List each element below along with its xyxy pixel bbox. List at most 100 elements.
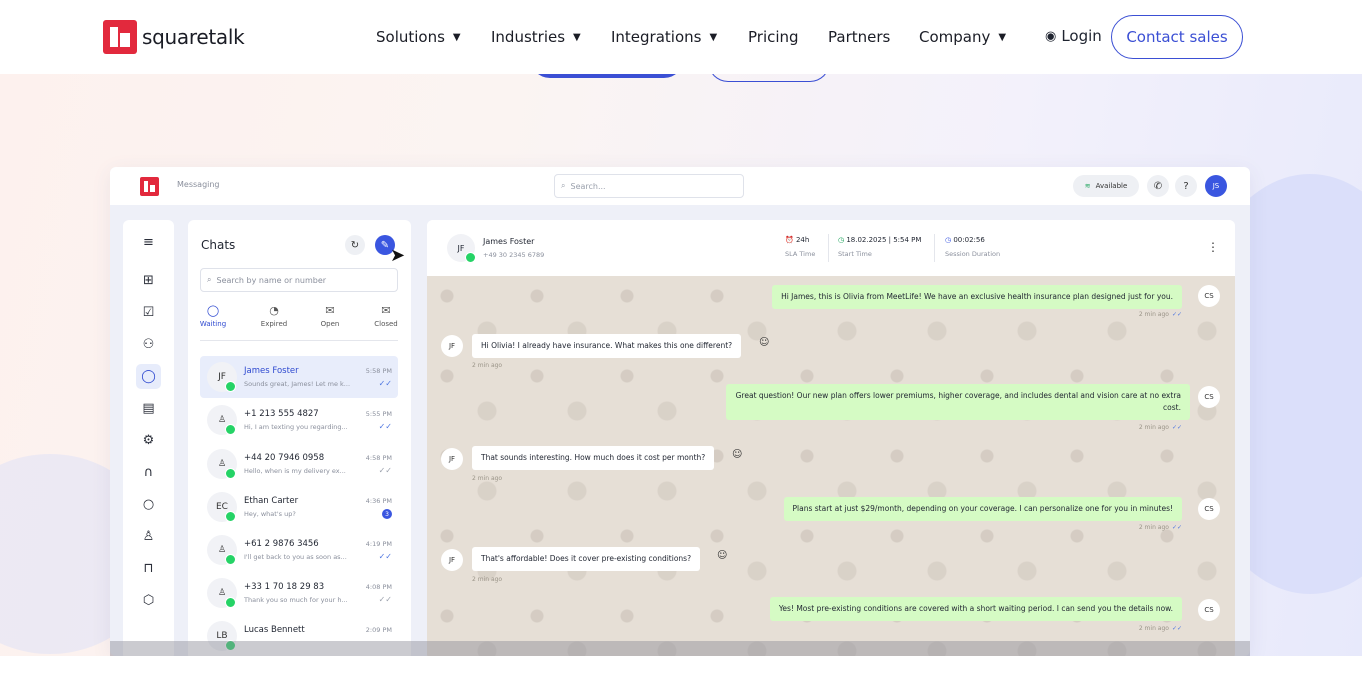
message-bubble-outgoing: Yes! Most pre-existing conditions are co… — [769, 597, 1182, 621]
emoji-reaction-icon[interactable]: ☺ — [717, 550, 727, 561]
tab-label: Expired — [260, 320, 288, 328]
chat-list-item[interactable]: ♙ +44 20 7946 0958 Hello, when is my del… — [200, 443, 398, 485]
sla-value: 24h — [795, 236, 810, 244]
open-envelope-icon: ✉ — [325, 304, 335, 317]
agent-avatar: CS — [1198, 285, 1220, 307]
chat-time: 5:55 PM — [365, 410, 392, 418]
login-link[interactable]: ◉ Login — [1045, 27, 1102, 45]
tab-open[interactable]: ✉ Open — [310, 304, 350, 328]
time-label: 2 min ago — [1138, 524, 1169, 531]
time-label: 2 min ago — [1138, 424, 1169, 431]
chat-name: +61 2 9876 3456 — [244, 539, 319, 549]
contact-avatar: JF — [441, 335, 463, 357]
caret-down-icon: ▼ — [998, 31, 1007, 43]
reports-icon[interactable]: ▤ — [136, 396, 161, 421]
double-check-icon: ✓✓ — [1171, 524, 1182, 531]
message-thread: Hi James, this is Olivia from MeetLife! … — [427, 276, 1235, 656]
contacts-icon[interactable]: ⚇ — [136, 332, 161, 357]
nav-company[interactable]: Company ▼ — [919, 28, 1006, 46]
session-duration: ◷ 00:02:56 Session Duration — [945, 236, 1000, 258]
phone-icon[interactable]: ✆ — [1147, 175, 1169, 197]
message-time: 2 min ago — [472, 576, 503, 583]
chats-search-input[interactable]: ⌕ Search by name or number — [200, 268, 398, 292]
tab-label: Open — [320, 320, 340, 328]
sla-label: SLA Time — [785, 250, 816, 258]
nav-solutions[interactable]: Solutions ▼ — [376, 28, 461, 46]
nav-industries[interactable]: Industries ▼ — [491, 28, 581, 46]
contact-sales-button[interactable]: Contact sales — [1111, 15, 1243, 59]
chats-title: Chats — [201, 238, 236, 252]
whatsapp-icon — [225, 468, 236, 479]
message-bubble-outgoing: Plans start at just $29/month, depending… — [783, 497, 1182, 521]
chat-list-item[interactable]: EC Ethan Carter Hey, what's up? 4:36 PM … — [200, 486, 398, 528]
double-check-icon: ✓✓ — [1171, 424, 1182, 431]
emoji-reaction-icon[interactable]: ☺ — [759, 337, 769, 348]
app-topbar: Messaging ⌕ Search... ≋ Available ✆ ? JS — [110, 167, 1250, 205]
integrations-icon[interactable]: ⬡ — [136, 588, 161, 613]
emoji-reaction-icon[interactable]: ☺ — [732, 449, 742, 460]
chat-name: +44 20 7946 0958 — [244, 453, 325, 463]
nav-integrations[interactable]: Integrations ▼ — [611, 28, 717, 46]
user-circle-icon: ◉ — [1045, 28, 1057, 44]
message-bubble-incoming: That's affordable! Does it cover pre-exi… — [472, 547, 701, 571]
help-icon[interactable]: ? — [1175, 175, 1197, 197]
chat-name: +1 213 555 4827 — [244, 409, 319, 419]
contact-name: James Foster — [483, 237, 535, 246]
chat-time: 4:08 PM — [365, 583, 392, 591]
lock-icon[interactable]: ⊓ — [136, 556, 161, 581]
chat-snippet: Hello, when is my delivery ex... — [244, 467, 346, 475]
messaging-icon[interactable]: ◯ — [136, 364, 161, 389]
login-label: Login — [1061, 27, 1102, 45]
chat-list-item[interactable]: ♙ +33 1 70 18 29 83 Thank you so much fo… — [200, 572, 398, 614]
chat-snippet: Hey, what's up? — [244, 510, 296, 518]
agent-avatar: CS — [1198, 386, 1220, 408]
caret-down-icon: ▼ — [573, 31, 581, 43]
chat-snippet: Hi, I am texting you regarding... — [244, 423, 348, 431]
whatsapp-icon — [225, 381, 236, 392]
dashboard-icon[interactable]: ⊞ — [136, 268, 161, 293]
clock-icon: ◔ — [269, 304, 279, 317]
closed-envelope-icon: ✉ — [381, 304, 391, 317]
more-options-icon[interactable]: ⋮ — [1207, 240, 1219, 254]
nav-partners[interactable]: Partners — [828, 28, 890, 46]
tasks-icon[interactable]: ☑ — [136, 300, 161, 325]
refresh-icon[interactable]: ↻ — [345, 235, 365, 255]
chat-snippet: Sounds great, James! Let me k... — [244, 380, 351, 388]
chat-name: Lucas Bennett — [244, 625, 305, 635]
app-search-input[interactable]: ⌕ Search... — [554, 174, 744, 198]
whatsapp-icon — [225, 424, 236, 435]
contact-phone: +49 30 2345 6789 — [483, 251, 545, 259]
tab-expired[interactable]: ◔ Expired — [254, 304, 294, 328]
nav-pricing-label: Pricing — [748, 28, 799, 46]
chat-icon[interactable]: ○ — [136, 492, 161, 517]
app-logo-icon — [140, 177, 159, 196]
headset-icon[interactable]: ∩ — [136, 460, 161, 485]
app-sidebar: ≡ ⊞ ☑ ⚇ ◯ ▤ ⚙ ∩ ○ ♙ ⊓ ⬡ — [123, 220, 174, 656]
settings-gear-icon[interactable]: ⚙ — [136, 428, 161, 453]
message-bubble-incoming: That sounds interesting. How much does i… — [472, 446, 715, 470]
chat-time: 4:58 PM — [365, 454, 392, 462]
contact-avatar: JF — [441, 448, 463, 470]
nav-pricing[interactable]: Pricing — [748, 28, 799, 46]
status-label: Available — [1095, 182, 1128, 190]
double-check-icon: ✓✓ — [378, 595, 392, 604]
whatsapp-icon — [465, 252, 476, 263]
contact-avatar: JF — [441, 549, 463, 571]
app-screenshot: Messaging ⌕ Search... ≋ Available ✆ ? JS ≡… — [110, 167, 1250, 656]
chat-list-item[interactable]: ♙ +61 2 9876 3456 I'll get back to you a… — [200, 529, 398, 571]
chat-list-item[interactable]: JF James Foster Sounds great, James! Let… — [200, 356, 398, 398]
chat-name: +33 1 70 18 29 83 — [244, 582, 325, 592]
double-check-icon: ✓✓ — [378, 422, 392, 431]
tab-waiting[interactable]: ◯ Waiting — [193, 304, 233, 328]
chat-list-item[interactable]: ♙ +1 213 555 4827 Hi, I am texting you r… — [200, 399, 398, 441]
availability-status[interactable]: ≋ Available — [1073, 175, 1139, 197]
brand-logo[interactable]: squaretalk — [103, 20, 245, 54]
divider — [828, 234, 829, 262]
user-avatar[interactable]: JS — [1205, 175, 1227, 197]
chat-time: 4:19 PM — [365, 540, 392, 548]
message-time: 2 min ago — [472, 475, 503, 482]
tab-closed[interactable]: ✉ Closed — [366, 304, 406, 328]
user-settings-icon[interactable]: ♙ — [136, 524, 161, 549]
mouse-cursor-icon: ➤ — [390, 245, 406, 266]
menu-icon[interactable]: ≡ — [136, 230, 161, 255]
